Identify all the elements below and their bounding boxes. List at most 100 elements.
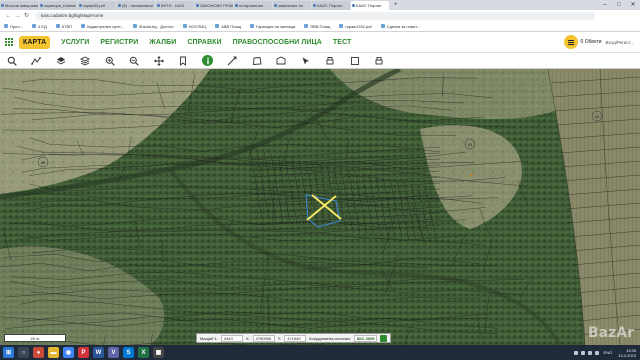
app2-icon[interactable]: ▦ bbox=[153, 347, 164, 358]
chrome-icon[interactable]: ◉ bbox=[63, 347, 74, 358]
apps-grid-icon[interactable] bbox=[5, 38, 13, 46]
bookmark-icon bbox=[132, 24, 137, 28]
forward-icon[interactable]: → bbox=[13, 13, 22, 19]
maximize-icon[interactable]: □ bbox=[612, 0, 626, 10]
bookmark-label: Сделки за новит... bbox=[386, 23, 420, 29]
watermark-logo: BazAr bbox=[587, 325, 634, 341]
bookmark-icon bbox=[32, 24, 37, 28]
skype-icon[interactable]: S bbox=[123, 347, 134, 358]
browser-tab[interactable]: гараж33.pdf bbox=[78, 1, 116, 10]
minimize-icon[interactable]: – bbox=[598, 0, 612, 10]
pdf-icon[interactable]: P bbox=[78, 347, 89, 358]
system-tray: ENG 13:35 13.4.2023 bbox=[573, 348, 640, 358]
menu-item[interactable]: ЖАЛБИ bbox=[149, 39, 176, 46]
browser-tab[interactable]: КАИС Портал bbox=[351, 1, 389, 10]
fullscreen-icon[interactable] bbox=[349, 55, 360, 66]
menu-item[interactable]: РЕГИСТРИ bbox=[100, 39, 138, 46]
info-icon[interactable] bbox=[202, 55, 213, 66]
browser-tab[interactable]: ЗАКОНОВО РЕШЕН bbox=[195, 1, 233, 10]
clock[interactable]: 13:35 13.4.2023 bbox=[618, 348, 636, 358]
language-indicator[interactable]: ENG bbox=[604, 350, 613, 355]
tray-icons[interactable] bbox=[573, 350, 599, 355]
bookmark-icon bbox=[339, 24, 344, 28]
word-icon[interactable]: W bbox=[93, 347, 104, 358]
hamburger-icon[interactable] bbox=[563, 35, 578, 49]
start-icon[interactable]: ⊞ bbox=[3, 347, 14, 358]
bookmark-item[interactable]: Сделки за новит... bbox=[380, 23, 420, 29]
print2-icon[interactable] bbox=[374, 55, 385, 66]
menu-item[interactable]: ТЕСТ bbox=[333, 39, 352, 46]
bookmark-item[interactable]: КТВП bbox=[55, 23, 73, 29]
bookmark-item[interactable]: АВВ Плащ bbox=[215, 24, 241, 29]
app-icon[interactable]: ● bbox=[33, 347, 44, 358]
print-icon[interactable] bbox=[325, 55, 336, 66]
layers-icon[interactable] bbox=[55, 55, 66, 66]
draw-line-icon[interactable] bbox=[227, 55, 238, 66]
browser-tab[interactable]: КИТИ - KAIS bbox=[156, 1, 194, 10]
x-coordinate-field[interactable]: 4780956 bbox=[252, 334, 275, 342]
tab-favicon-icon bbox=[274, 4, 277, 7]
clock-date: 13.4.2023 bbox=[618, 352, 636, 358]
tab-favicon-icon bbox=[79, 4, 82, 7]
menu-item[interactable]: СПРАВКИ bbox=[187, 39, 221, 46]
measure-area-icon[interactable] bbox=[276, 55, 287, 66]
tab-label: заявление из bbox=[278, 3, 303, 8]
map-canvas[interactable]: 40 41 40 20 m Мащаб 1: 4443 X: 4780956 Y… bbox=[0, 69, 640, 345]
browser-tab[interactable]: Мостов завършване - BTBV bbox=[0, 1, 38, 10]
pan-icon[interactable] bbox=[153, 55, 164, 66]
bookmark-item[interactable]: гараж1332.pdf bbox=[339, 24, 372, 29]
bookmark-label: КТВП bbox=[61, 23, 73, 29]
close-icon[interactable]: ✕ bbox=[626, 0, 640, 10]
bookmark-item[interactable]: 4 ЕД bbox=[32, 24, 47, 29]
excel-icon[interactable]: X bbox=[138, 347, 149, 358]
browser-tab[interactable]: КАИС Портал bbox=[312, 1, 350, 10]
bookmark-label: ЯВВ Плащ bbox=[310, 23, 331, 29]
viber-icon[interactable]: V bbox=[108, 347, 119, 358]
tab-favicon-icon bbox=[313, 4, 316, 7]
coord-system-label: Координатна система: bbox=[309, 335, 351, 341]
back-icon[interactable]: ← bbox=[4, 13, 13, 19]
browser-tab[interactable]: нотариалния bbox=[234, 1, 272, 10]
login-link[interactable]: Вход/Регист... bbox=[606, 40, 634, 45]
address-bar: ← → ↻ kais.cadastre.bg/bg/Map/Home bbox=[0, 10, 640, 21]
browser-tab-bar: Мостов завършване - BTBV гаранция_Kadast г… bbox=[0, 0, 640, 10]
reload-icon[interactable]: ↻ bbox=[22, 12, 31, 19]
tab-favicon-icon bbox=[235, 4, 238, 7]
bookmark-item[interactable]: ЯВВ Плащ bbox=[304, 24, 330, 29]
menu-item[interactable]: ПРАВОСПОСОБНИ ЛИЦА bbox=[233, 39, 322, 46]
folder-icon[interactable]: ▬ bbox=[48, 347, 59, 358]
bookmark-item[interactable]: Кадастрален цент... bbox=[81, 24, 124, 29]
zoom-in-icon[interactable] bbox=[104, 55, 115, 66]
search-icon[interactable]: ○ bbox=[18, 347, 29, 358]
measure-icon[interactable] bbox=[31, 55, 42, 66]
select-icon[interactable] bbox=[300, 55, 311, 66]
url-input[interactable]: kais.cadastre.bg/bg/Map/Home bbox=[35, 11, 595, 20]
bookmark-icon[interactable] bbox=[178, 55, 189, 66]
map-scale-bar: 20 m bbox=[4, 334, 66, 342]
coord-go-button[interactable] bbox=[380, 334, 388, 342]
new-tab-button[interactable]: + bbox=[390, 1, 402, 10]
search-icon[interactable] bbox=[6, 55, 17, 66]
window-controls: – □ ✕ bbox=[598, 0, 640, 10]
stack-layers-icon[interactable] bbox=[80, 55, 91, 66]
scale-input[interactable]: 4443 bbox=[220, 334, 243, 342]
coord-system-select[interactable]: ККС 2005 bbox=[353, 334, 378, 342]
zoom-out-icon[interactable] bbox=[129, 55, 140, 66]
bookmark-item[interactable]: Гаранция на жилища bbox=[250, 24, 295, 29]
bookmark-item[interactable]: Прил... bbox=[4, 24, 23, 29]
browser-tab[interactable]: заявление из bbox=[273, 1, 311, 10]
bookmark-item[interactable]: Shkola.bg - Достъп bbox=[132, 24, 174, 29]
satellite-imagery[interactable]: 40 41 40 bbox=[0, 69, 640, 345]
svg-text:40: 40 bbox=[41, 160, 46, 165]
browser-tab[interactable]: гаранция_Kadast bbox=[39, 1, 77, 10]
tab-label: ЗАКОНОВО РЕШЕН bbox=[200, 3, 233, 8]
svg-text:40: 40 bbox=[595, 114, 600, 119]
y-coordinate-field[interactable]: 471649 bbox=[284, 334, 307, 342]
bookmark-label: Прил... bbox=[10, 23, 24, 29]
bookmark-item[interactable]: НОСПИЦ bbox=[182, 24, 206, 29]
draw-polygon-icon[interactable] bbox=[251, 55, 262, 66]
menu-item[interactable]: КАРТА bbox=[19, 35, 51, 49]
menu-item[interactable]: УСЛУГИ bbox=[61, 39, 89, 46]
browser-tab[interactable]: (8) - незнаковски bbox=[117, 1, 155, 10]
orders-widget[interactable]: 0 Обекти Вход/Регист... bbox=[563, 35, 634, 49]
